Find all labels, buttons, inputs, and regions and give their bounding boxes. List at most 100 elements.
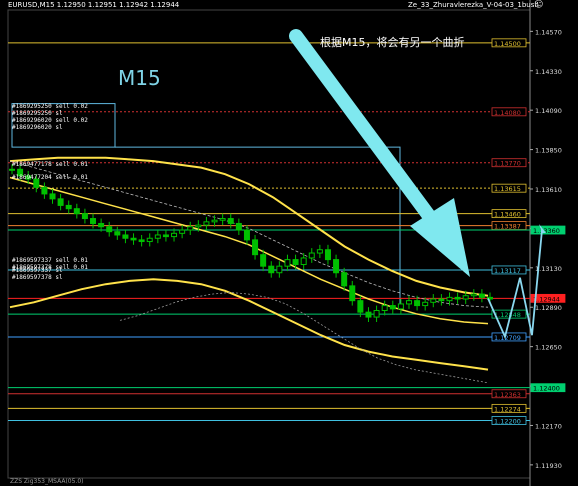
price-level-label: 1.12709 xyxy=(494,334,521,342)
forecast-note: 根据M15，将会有另一个曲折 xyxy=(320,36,465,49)
candle xyxy=(146,237,153,243)
price-chart[interactable]: 1.14570 1.14330 1.14090 1.13850 1.13610 1.133… xyxy=(0,0,578,486)
candle xyxy=(154,234,161,239)
candle xyxy=(324,249,331,261)
candle xyxy=(430,298,437,303)
candle xyxy=(414,300,421,307)
expert-name: Ze_33_Zhuravlerezka_V-04-03_1bush xyxy=(408,1,539,9)
candle xyxy=(211,219,218,223)
y-tick-label: 1.12650 xyxy=(535,344,562,352)
forecast-zigzag xyxy=(487,229,543,340)
price-level-label: 1.14500 xyxy=(494,40,521,48)
candle xyxy=(365,311,372,318)
price-level-label: 1.13117 xyxy=(494,267,521,275)
candle xyxy=(73,208,80,215)
order-label: #1869296020 sell 0.02 xyxy=(12,117,88,124)
y-tick-label: 1.14570 xyxy=(535,28,562,36)
candle xyxy=(300,257,307,266)
candle xyxy=(308,252,315,259)
candle xyxy=(284,259,291,267)
candle xyxy=(65,204,72,210)
chart-window[interactable]: 1.14570 1.14330 1.14090 1.13850 1.13610 1.133… xyxy=(0,0,578,486)
candle xyxy=(357,300,364,313)
candle xyxy=(422,301,429,307)
candle xyxy=(397,303,404,310)
trend-arrow-shaft xyxy=(289,29,445,235)
candle xyxy=(381,305,388,312)
price-level-label: 1.12363 xyxy=(494,391,521,399)
candle xyxy=(187,226,194,231)
symbol-header: EURUSD,M15 1.12950 1.12951 1.12942 1.129… xyxy=(8,1,180,9)
smile-icon: ☺ xyxy=(534,0,544,10)
candle xyxy=(9,168,15,171)
price-level-label: 1.13615 xyxy=(494,185,521,193)
candle xyxy=(227,218,234,224)
candle xyxy=(57,198,64,206)
price-level-label: 1.13460 xyxy=(494,211,521,219)
candle xyxy=(292,259,299,266)
timeframe-label: M15 xyxy=(118,66,161,90)
order-label: #1869597337 sell 0.01 xyxy=(12,257,88,264)
order-box-outline xyxy=(115,146,401,306)
price-level-label: 1.14080 xyxy=(494,109,521,117)
candle xyxy=(235,222,242,231)
candle xyxy=(179,229,186,234)
order-label: #1869295250 sell 0.02 xyxy=(12,103,88,110)
candle xyxy=(252,239,259,256)
y-tick-label: 1.12170 xyxy=(535,422,562,430)
candle xyxy=(349,285,356,302)
candle xyxy=(49,193,56,200)
y-tick-label: 1.11930 xyxy=(535,462,562,470)
y-tick-label: 1.13610 xyxy=(535,186,562,194)
candle xyxy=(114,231,121,236)
y-tick-label: 1.14330 xyxy=(535,68,562,76)
order-label: #1869597378 sl xyxy=(12,274,63,281)
order-label: #1869477178 sell 0.01 xyxy=(12,161,88,168)
order-label: #1869597337 sl xyxy=(12,267,63,274)
candle xyxy=(389,305,396,310)
price-level-label: 1.12274 xyxy=(494,405,521,413)
price-level-label: 1.13770 xyxy=(494,160,521,168)
price-level-label: 1.13360 xyxy=(533,227,560,235)
price-level-label: 1.12400 xyxy=(533,385,560,393)
candle xyxy=(171,232,178,238)
candle xyxy=(138,239,145,243)
candle xyxy=(41,186,48,195)
footer-indicator: ZZS Zig353_MSAA(05.0) xyxy=(10,478,84,485)
order-label: #1869296020 sl xyxy=(12,124,63,131)
candle xyxy=(478,293,485,298)
candle xyxy=(195,224,202,228)
candle xyxy=(98,222,105,228)
candle xyxy=(438,298,445,302)
y-tick-label: 1.12890 xyxy=(535,304,562,312)
candle xyxy=(243,229,250,241)
candle xyxy=(405,300,412,305)
candle xyxy=(268,265,275,274)
candle xyxy=(203,221,210,226)
price-level-label: 1.12200 xyxy=(494,418,521,426)
y-tick-label: 1.13850 xyxy=(535,147,562,155)
candle xyxy=(162,234,169,238)
candle xyxy=(333,259,340,274)
candle xyxy=(462,295,469,300)
candle xyxy=(316,249,323,254)
order-label: #1869477204 sell 0.01 xyxy=(12,174,88,181)
candle xyxy=(81,213,88,220)
y-tick-label: 1.14090 xyxy=(535,107,562,115)
band-lower xyxy=(9,278,489,371)
price-level-label: 1.12848 xyxy=(494,311,521,319)
candle xyxy=(373,310,380,318)
candle xyxy=(130,237,137,241)
order-label: #1869295250 sl xyxy=(12,110,63,117)
candle xyxy=(446,296,453,302)
price-level-label: 1.12944 xyxy=(533,295,560,303)
candle xyxy=(276,265,283,274)
candle xyxy=(122,234,129,239)
candle xyxy=(106,226,113,233)
candle xyxy=(219,218,226,221)
candle xyxy=(470,293,477,297)
candle xyxy=(454,296,461,300)
candle xyxy=(260,254,267,267)
candle xyxy=(90,218,97,224)
candle xyxy=(341,272,348,287)
